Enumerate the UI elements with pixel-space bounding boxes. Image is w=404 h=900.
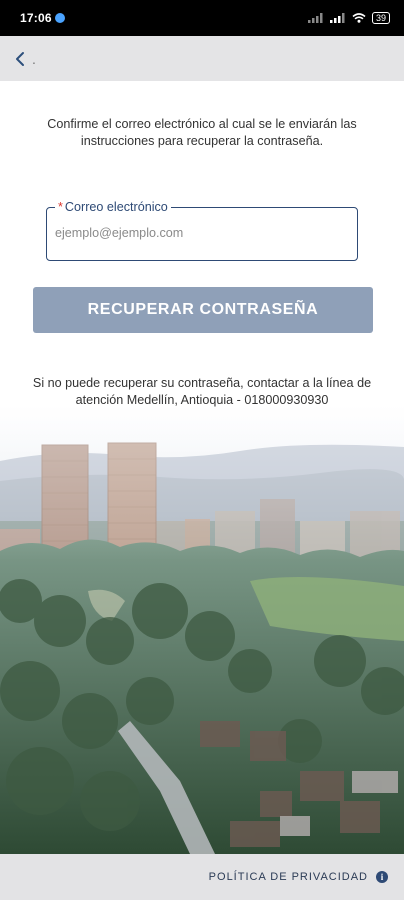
required-asterisk: * [58, 200, 63, 214]
status-icons: 39 [307, 12, 390, 24]
recover-password-button[interactable]: RECUPERAR CONTRASEÑA [33, 287, 373, 333]
battery-icon: 39 [371, 12, 390, 24]
status-bar: 17:06 39 [0, 0, 404, 36]
footer: POLÍTICA DE PRIVACIDAD i [0, 854, 404, 900]
wifi-icon [352, 13, 366, 23]
city-background-image [0, 81, 404, 854]
signal-2-icon [329, 13, 345, 23]
back-label: . [32, 50, 36, 67]
main-content: Confirme el correo electrónico al cual s… [0, 81, 404, 854]
signal-icon [307, 13, 323, 23]
top-bar: . [0, 36, 404, 81]
status-time: 17:06 [20, 11, 52, 25]
back-button[interactable]: . [14, 51, 36, 67]
intro-text: Confirme el correo electrónico al cual s… [47, 117, 357, 148]
chevron-left-icon [16, 51, 24, 66]
email-label-text: Correo electrónico [64, 200, 168, 214]
notification-dot-icon [54, 13, 65, 23]
email-label: * Correo electrónico [55, 199, 171, 215]
email-input[interactable] [55, 223, 345, 243]
email-field[interactable]: * Correo electrónico [46, 199, 358, 261]
privacy-policy-link[interactable]: POLÍTICA DE PRIVACIDAD [209, 871, 368, 883]
help-text: Si no puede recuperar su contraseña, con… [32, 376, 372, 407]
info-icon[interactable]: i [376, 871, 388, 883]
